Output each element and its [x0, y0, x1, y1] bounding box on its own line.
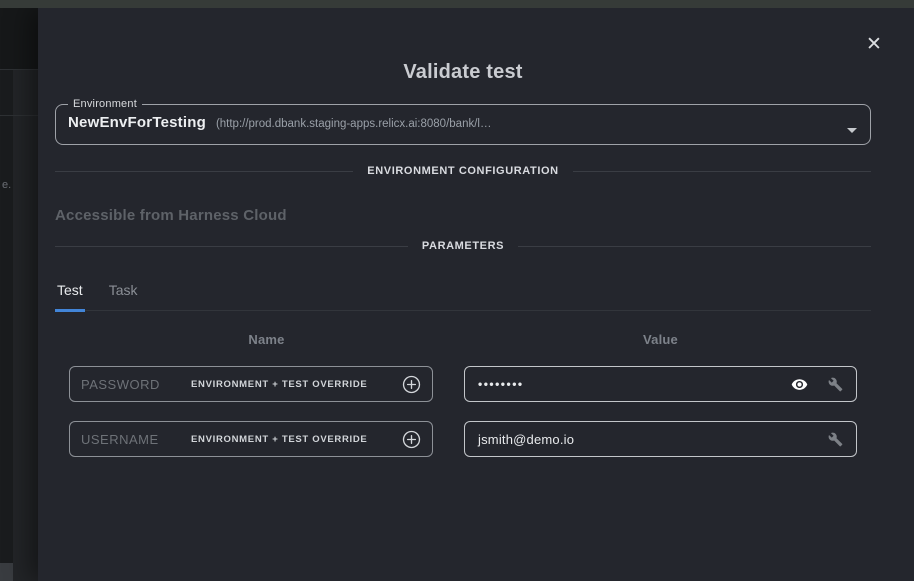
edit-parameter-button[interactable] — [828, 377, 843, 392]
edit-parameter-button[interactable] — [828, 432, 843, 447]
parameters-divider: PARAMETERS — [55, 240, 871, 252]
background-panel — [0, 8, 38, 70]
wrench-icon — [828, 432, 843, 447]
environment-selected-name: NewEnvForTesting — [68, 114, 206, 131]
username-value: jsmith@demo.io — [478, 432, 574, 447]
username-value-input[interactable]: jsmith@demo.io — [464, 421, 857, 457]
validate-test-modal: ✕ Validate test Environment NewEnvForTes… — [38, 8, 914, 581]
table-row-username: USERNAME ENVIRONMENT + TEST OVERRIDE jsm… — [69, 421, 871, 457]
parameters-heading: PARAMETERS — [408, 240, 518, 252]
background-truncated-text: e. — [2, 179, 11, 191]
divider-line — [573, 171, 871, 172]
add-override-button[interactable] — [402, 430, 421, 449]
close-button[interactable]: ✕ — [862, 32, 886, 56]
environment-label: Environment — [68, 98, 142, 110]
environment-select[interactable]: Environment NewEnvForTesting (http://pro… — [55, 98, 871, 145]
show-password-button[interactable] — [791, 376, 808, 393]
plus-circle-icon — [402, 430, 421, 449]
add-override-button[interactable] — [402, 375, 421, 394]
background-divider — [0, 115, 38, 116]
top-window-strip — [0, 0, 914, 8]
divider-line — [55, 246, 408, 247]
password-value-input[interactable]: •••••••• — [464, 366, 857, 402]
parameter-tabs: Test Task — [55, 282, 871, 311]
chevron-down-icon — [847, 128, 857, 133]
tab-task[interactable]: Task — [107, 282, 140, 312]
modal-title: Validate test — [55, 60, 871, 85]
accessibility-note: Accessible from Harness Cloud — [55, 207, 871, 224]
password-name-box: PASSWORD ENVIRONMENT + TEST OVERRIDE — [69, 366, 433, 402]
column-header-name: Name — [69, 332, 464, 347]
wrench-icon — [828, 377, 843, 392]
parameters-table: Name Value PASSWORD ENVIRONMENT + TEST O… — [69, 332, 871, 457]
username-name-box: USERNAME ENVIRONMENT + TEST OVERRIDE — [69, 421, 433, 457]
divider-line — [518, 246, 871, 247]
close-icon: ✕ — [866, 33, 882, 56]
background-scrollbar-thumb — [0, 563, 13, 581]
table-row-password: PASSWORD ENVIRONMENT + TEST OVERRIDE •••… — [69, 366, 871, 402]
override-badge: ENVIRONMENT + TEST OVERRIDE — [191, 379, 367, 390]
background-left-rail — [0, 0, 13, 581]
parameter-name-label: USERNAME — [81, 432, 177, 447]
environment-configuration-heading: ENVIRONMENT CONFIGURATION — [353, 165, 572, 177]
divider-line — [55, 171, 353, 172]
parameter-name-label: PASSWORD — [81, 377, 177, 392]
plus-circle-icon — [402, 375, 421, 394]
override-badge: ENVIRONMENT + TEST OVERRIDE — [191, 434, 367, 445]
column-header-value: Value — [464, 332, 857, 347]
environment-selected-url: (http://prod.dbank.staging-apps.relicx.a… — [216, 118, 492, 130]
environment-configuration-divider: ENVIRONMENT CONFIGURATION — [55, 165, 871, 177]
password-value: •••••••• — [478, 377, 524, 391]
eye-icon — [791, 376, 808, 393]
tab-test[interactable]: Test — [55, 282, 85, 312]
